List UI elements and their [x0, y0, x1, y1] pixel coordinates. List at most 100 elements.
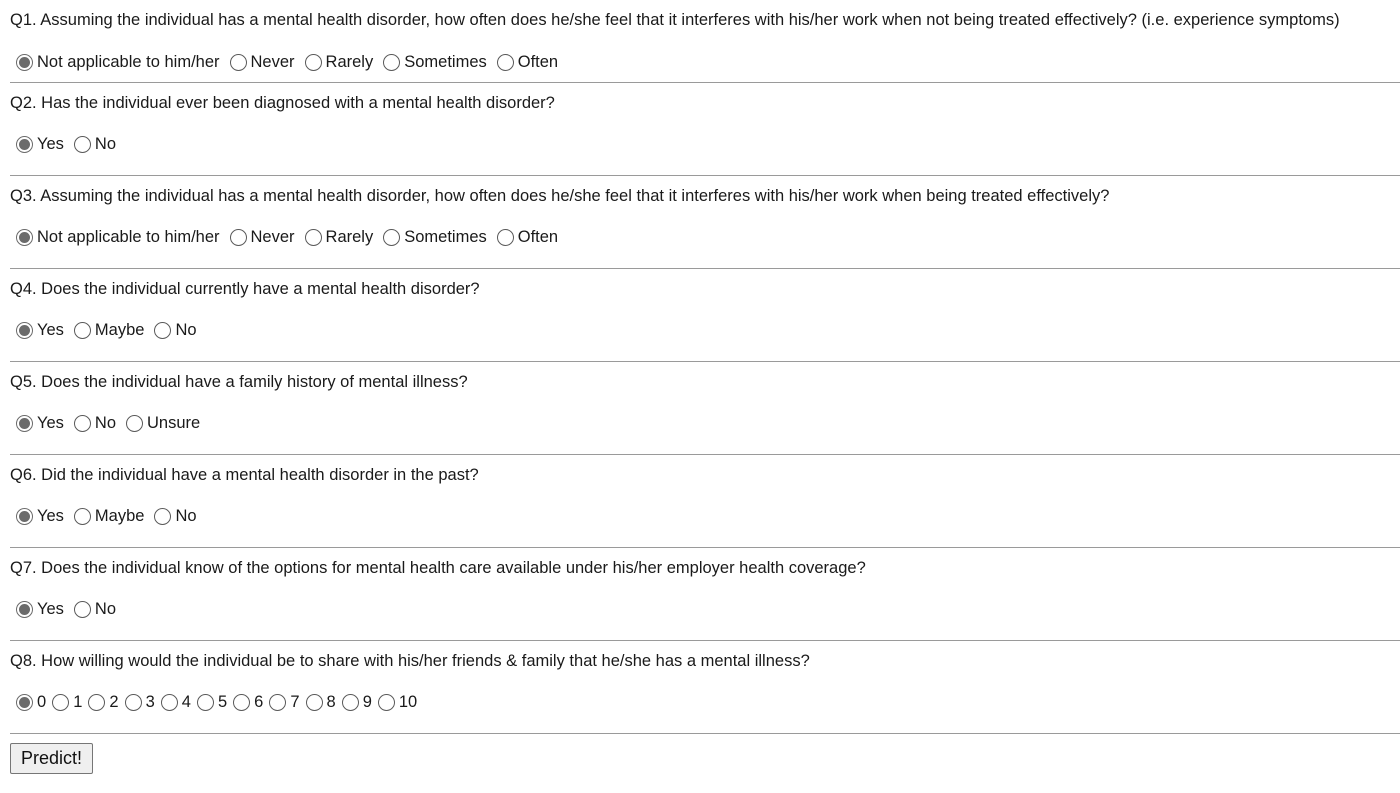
radio-label: No	[175, 507, 197, 525]
radio-checked-icon[interactable]	[16, 53, 33, 71]
radio-option-q1-4[interactable]: Often	[496, 52, 559, 72]
radio-label: 8	[326, 693, 336, 711]
radio-checked-icon[interactable]	[16, 600, 33, 618]
radio-option-q1-1[interactable]: Never	[229, 52, 295, 72]
radio-unchecked-icon[interactable]	[305, 693, 323, 711]
radio-option-q7-1[interactable]: No	[73, 599, 117, 619]
radio-option-q6-0[interactable]: Yes	[16, 506, 64, 526]
question-block-q3: Q3. Assuming the individual has a mental…	[10, 176, 1400, 269]
radio-unchecked-icon[interactable]	[160, 693, 178, 711]
radio-label: Sometimes	[404, 53, 487, 71]
radio-label: Not applicable to him/her	[37, 228, 220, 246]
radio-option-q8-5[interactable]: 5	[196, 692, 227, 712]
radio-option-q3-2[interactable]: Rarely	[304, 227, 374, 247]
radio-option-q3-3[interactable]: Sometimes	[383, 227, 487, 247]
radio-option-q3-0[interactable]: Not applicable to him/her	[16, 227, 220, 247]
radio-option-q6-2[interactable]: No	[154, 506, 197, 526]
radio-option-q1-2[interactable]: Rarely	[304, 52, 374, 72]
radio-option-q1-0[interactable]: Not applicable to him/her	[16, 52, 220, 72]
radio-label: 4	[181, 693, 191, 711]
radio-label: Often	[517, 53, 559, 71]
radio-checked-icon[interactable]	[16, 321, 33, 339]
radio-option-q8-4[interactable]: 4	[160, 692, 191, 712]
radio-label: 7	[290, 693, 300, 711]
radio-unchecked-icon[interactable]	[341, 693, 359, 711]
radio-dot-icon	[19, 56, 30, 68]
radio-option-q8-3[interactable]: 3	[124, 692, 155, 712]
radio-option-q4-2[interactable]: No	[154, 320, 197, 340]
radio-option-q5-0[interactable]: Yes	[16, 413, 64, 433]
radio-unchecked-icon[interactable]	[233, 693, 251, 711]
radio-unchecked-icon[interactable]	[496, 228, 514, 246]
radio-option-q8-7[interactable]: 7	[269, 692, 300, 712]
radio-label: Never	[250, 53, 295, 71]
radio-group-q7: Yes No	[16, 599, 126, 619]
radio-option-q6-1[interactable]: Maybe	[73, 506, 144, 526]
radio-unchecked-icon[interactable]	[154, 507, 172, 525]
radio-unchecked-icon[interactable]	[73, 135, 91, 153]
radio-option-q7-0[interactable]: Yes	[16, 599, 64, 619]
radio-unchecked-icon[interactable]	[154, 321, 172, 339]
radio-unchecked-icon[interactable]	[496, 53, 514, 71]
radio-option-q2-0[interactable]: Yes	[16, 134, 64, 154]
question-text-q7: Q7. Does the individual know of the opti…	[10, 559, 866, 577]
question-text-q6: Q6. Did the individual have a mental hea…	[10, 466, 479, 484]
radio-option-q3-4[interactable]: Often	[496, 227, 559, 247]
radio-unchecked-icon[interactable]	[73, 414, 91, 432]
radio-checked-icon[interactable]	[16, 414, 33, 432]
radio-option-q8-10[interactable]: 10	[377, 692, 417, 712]
radio-unchecked-icon[interactable]	[377, 693, 395, 711]
question-text-q4: Q4. Does the individual currently have a…	[10, 280, 480, 298]
question-text-q5: Q5. Does the individual have a family hi…	[10, 373, 468, 391]
radio-checked-icon[interactable]	[16, 693, 33, 711]
radio-label: Rarely	[325, 228, 374, 246]
radio-label: Rarely	[325, 53, 374, 71]
radio-unchecked-icon[interactable]	[383, 53, 401, 71]
radio-label: 1	[73, 693, 83, 711]
predict-button[interactable]: Predict!	[10, 743, 94, 774]
radio-unchecked-icon[interactable]	[269, 693, 287, 711]
radio-option-q8-1[interactable]: 1	[52, 692, 82, 712]
radio-unchecked-icon[interactable]	[304, 53, 322, 71]
radio-unchecked-icon[interactable]	[196, 693, 214, 711]
radio-option-q8-9[interactable]: 9	[341, 692, 372, 712]
radio-option-q5-2[interactable]: Unsure	[126, 413, 200, 433]
radio-checked-icon[interactable]	[16, 228, 33, 246]
radio-label: Sometimes	[404, 228, 487, 246]
question-block-q1: Q1. Assuming the individual has a mental…	[10, 0, 1400, 83]
question-block-q7: Q7. Does the individual know of the opti…	[10, 548, 1400, 641]
radio-label: 2	[109, 693, 119, 711]
radio-label: No	[175, 321, 197, 339]
radio-label: No	[94, 135, 117, 153]
radio-unchecked-icon[interactable]	[88, 693, 106, 711]
radio-unchecked-icon[interactable]	[73, 507, 91, 525]
radio-label: Often	[517, 228, 559, 246]
radio-unchecked-icon[interactable]	[304, 228, 322, 246]
radio-label: Never	[250, 228, 295, 246]
radio-unchecked-icon[interactable]	[383, 228, 401, 246]
radio-checked-icon[interactable]	[16, 507, 33, 525]
radio-option-q8-0[interactable]: 0	[16, 692, 46, 712]
radio-option-q4-0[interactable]: Yes	[16, 320, 64, 340]
question-text-q8: Q8. How willing would the individual be …	[10, 652, 810, 670]
radio-label: No	[94, 600, 117, 618]
radio-option-q3-1[interactable]: Never	[229, 227, 295, 247]
radio-unchecked-icon[interactable]	[73, 600, 91, 618]
radio-option-q2-1[interactable]: No	[73, 134, 117, 154]
radio-option-q8-6[interactable]: 6	[233, 692, 263, 712]
radio-unchecked-icon[interactable]	[126, 414, 144, 432]
radio-option-q1-3[interactable]: Sometimes	[383, 52, 487, 72]
radio-checked-icon[interactable]	[16, 135, 33, 153]
radio-unchecked-icon[interactable]	[52, 693, 70, 711]
radio-option-q8-2[interactable]: 2	[88, 692, 119, 712]
radio-unchecked-icon[interactable]	[229, 53, 247, 71]
radio-unchecked-icon[interactable]	[124, 693, 142, 711]
question-block-q8: Q8. How willing would the individual be …	[10, 641, 1400, 734]
radio-unchecked-icon[interactable]	[229, 228, 247, 246]
radio-option-q5-1[interactable]: No	[73, 413, 116, 433]
radio-group-q8: 0 1 2 3 4 5 6 7 8 9 10	[16, 692, 423, 712]
radio-option-q8-8[interactable]: 8	[305, 692, 336, 712]
radio-option-q4-1[interactable]: Maybe	[73, 320, 144, 340]
radio-dot-icon	[19, 696, 30, 708]
radio-unchecked-icon[interactable]	[73, 321, 91, 339]
